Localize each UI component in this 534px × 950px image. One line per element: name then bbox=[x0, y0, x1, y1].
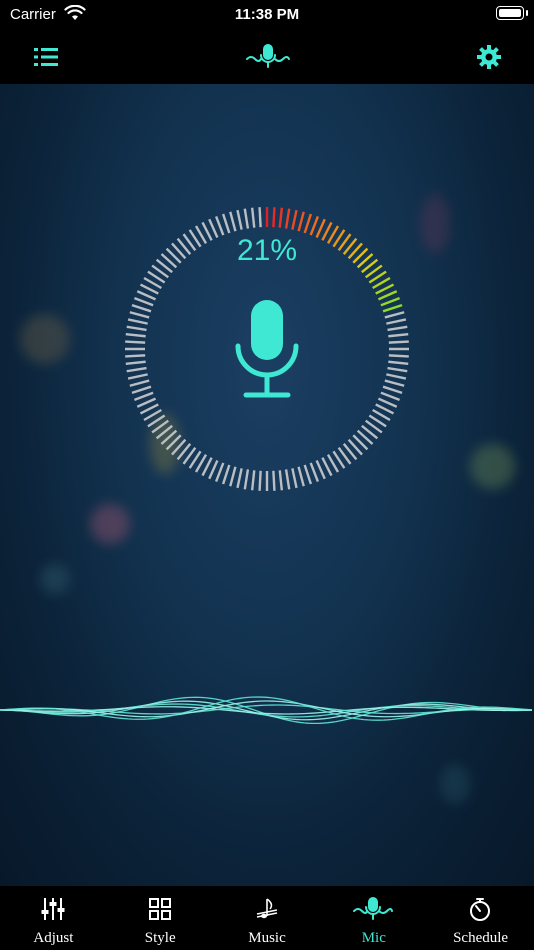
gauge-tick bbox=[284, 208, 291, 229]
timer-icon bbox=[470, 898, 491, 921]
gear-icon[interactable] bbox=[474, 42, 504, 72]
gauge-tick bbox=[250, 207, 256, 228]
background-bokeh bbox=[20, 314, 70, 364]
tab-adjust[interactable]: Adjust bbox=[0, 886, 107, 950]
gauge-tick bbox=[129, 311, 150, 319]
gauge-tick bbox=[134, 391, 154, 402]
gauge-tick bbox=[380, 391, 400, 402]
gauge-tick bbox=[384, 379, 405, 387]
tab-label: Mic bbox=[361, 930, 386, 946]
grid-icon bbox=[148, 898, 171, 920]
gauge-tick bbox=[125, 340, 146, 344]
mic-wave-icon bbox=[246, 44, 290, 68]
navigation-bar bbox=[0, 30, 534, 84]
gauge-tick bbox=[250, 470, 256, 491]
gauge-tick bbox=[125, 354, 146, 358]
tab-schedule[interactable]: Schedule bbox=[427, 886, 534, 950]
gauge-tick bbox=[258, 470, 262, 491]
gauge-tick bbox=[388, 332, 409, 338]
gauge-tick bbox=[125, 332, 146, 338]
gauge-tick bbox=[214, 216, 225, 236]
gauge-tick bbox=[377, 397, 398, 408]
gauge-tick bbox=[125, 360, 146, 366]
gauge-tick bbox=[131, 303, 152, 313]
gauge-tick bbox=[221, 464, 231, 485]
gauge-tick bbox=[258, 207, 262, 228]
battery-icon bbox=[496, 6, 528, 20]
gauge-tick bbox=[380, 296, 400, 307]
gauge-tick bbox=[134, 296, 154, 307]
microphone-icon[interactable] bbox=[232, 298, 302, 400]
gauge-tick bbox=[272, 207, 276, 228]
gauge-tick bbox=[309, 462, 320, 482]
gauge-tick bbox=[131, 385, 152, 395]
gauge-tick bbox=[229, 211, 237, 232]
tab-label: Music bbox=[248, 930, 286, 946]
gauge-tick bbox=[136, 290, 157, 301]
gauge-tick bbox=[315, 459, 326, 480]
gauge-tick bbox=[388, 340, 409, 344]
tab-mic[interactable]: Mic bbox=[320, 886, 427, 950]
gauge-tick bbox=[284, 469, 291, 490]
background-bokeh bbox=[440, 764, 470, 804]
gauge-tick bbox=[236, 468, 243, 489]
gauge-tick bbox=[208, 459, 219, 480]
list-icon[interactable] bbox=[31, 42, 61, 72]
gauge-tick bbox=[278, 207, 284, 228]
gauge-tick bbox=[387, 366, 408, 373]
gauge-tick bbox=[388, 354, 409, 358]
tab-music[interactable]: Music bbox=[214, 886, 321, 950]
gauge-tick bbox=[297, 211, 305, 232]
level-percent: 21% bbox=[236, 234, 298, 267]
gauge-tick bbox=[303, 213, 313, 234]
gauge-tick bbox=[291, 209, 298, 230]
gauge-tick bbox=[382, 385, 403, 395]
tab-label: Schedule bbox=[453, 930, 509, 946]
mic-view: 21% bbox=[0, 84, 534, 886]
sliders-icon bbox=[41, 898, 65, 920]
background-bokeh bbox=[40, 564, 70, 594]
gauge-tick bbox=[126, 366, 147, 373]
gauge-tick bbox=[384, 311, 405, 319]
tab-bar: Adjust Style Music Mic Schedule bbox=[0, 886, 534, 950]
gauge-tick bbox=[126, 325, 147, 332]
status-bar: Carrier 11:38 PM bbox=[0, 0, 534, 30]
gauge-tick bbox=[377, 290, 398, 301]
gauge-tick bbox=[136, 397, 157, 408]
gauge-tick bbox=[387, 325, 408, 332]
gauge-tick bbox=[388, 360, 409, 366]
gauge-tick bbox=[291, 468, 298, 489]
background-bokeh bbox=[470, 444, 515, 489]
gauge-tick bbox=[236, 209, 243, 230]
gauge-tick bbox=[272, 470, 276, 491]
gauge-tick bbox=[214, 462, 225, 482]
gauge-tick bbox=[309, 216, 320, 236]
mic-wave-icon bbox=[353, 897, 394, 920]
gauge-tick bbox=[129, 379, 150, 387]
music-note-icon bbox=[256, 898, 277, 919]
gauge-tick bbox=[243, 469, 250, 490]
clock: 11:38 PM bbox=[234, 6, 300, 23]
tab-label: Style bbox=[144, 930, 176, 946]
audio-waveform bbox=[0, 696, 533, 725]
gauge-tick bbox=[386, 373, 407, 380]
gauge-tick bbox=[297, 466, 305, 487]
background-bokeh bbox=[90, 504, 130, 544]
gauge-tick bbox=[303, 464, 313, 485]
gauge-tick bbox=[127, 318, 148, 325]
tab-label: Adjust bbox=[33, 930, 74, 946]
gauge-tick bbox=[229, 466, 237, 487]
gauge-tick bbox=[382, 303, 403, 313]
gauge-tick bbox=[243, 208, 250, 229]
gauge-tick bbox=[278, 470, 284, 491]
tab-style[interactable]: Style bbox=[107, 886, 214, 950]
gauge-tick bbox=[127, 373, 148, 380]
gauge-tick bbox=[221, 213, 231, 234]
gauge-tick bbox=[386, 318, 407, 325]
